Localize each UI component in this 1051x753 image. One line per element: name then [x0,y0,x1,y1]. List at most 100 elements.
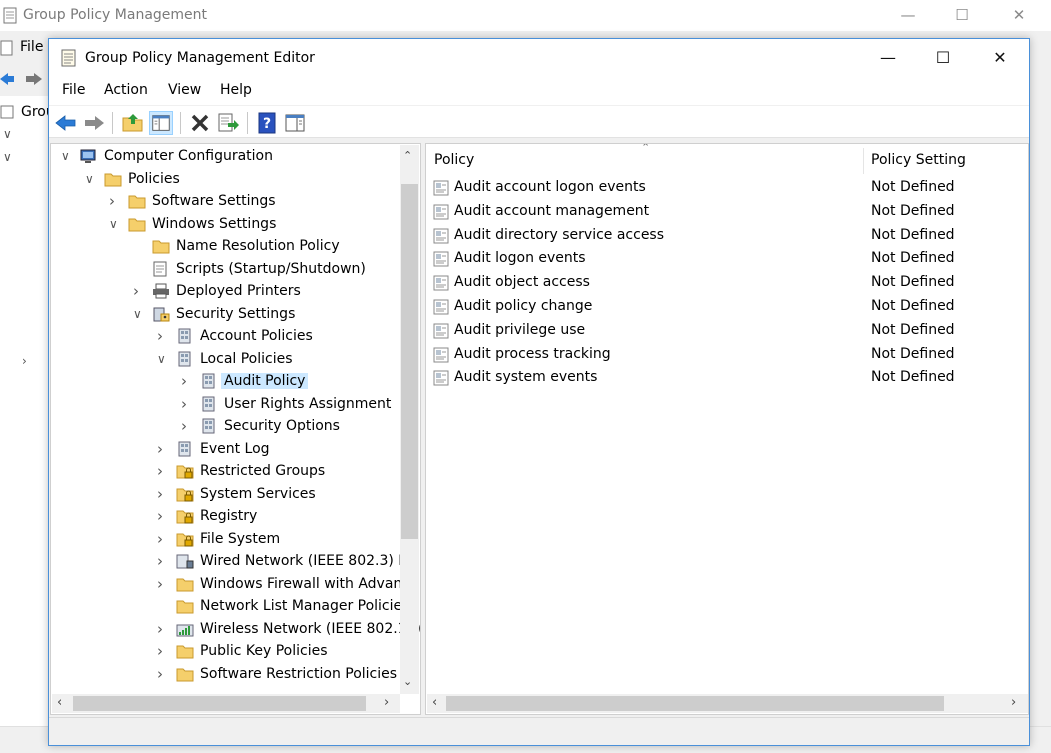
policy-setting: Not Defined [871,274,955,291]
expanded-chevron-icon[interactable]: ∨ [109,217,121,231]
column-header-policy-setting[interactable]: Policy Setting [871,152,966,168]
back-arrow-icon[interactable] [54,111,78,135]
minimize-button[interactable]: — [865,39,911,77]
audit-policy-icon [433,204,449,220]
policy-row[interactable]: Audit account management Not Defined [426,200,1026,224]
collapsed-chevron-icon[interactable]: › [109,194,121,209]
background-maximize-button[interactable]: ☐ [950,4,974,26]
policy-row[interactable]: Audit object access Not Defined [426,271,1026,295]
policy-setting: Not Defined [871,345,955,362]
background-nav-arrows-icon[interactable] [0,70,44,88]
background-menu-icon [0,40,13,56]
collapsed-chevron-icon[interactable]: › [157,329,169,344]
policy-row[interactable]: Audit process tracking Not Defined [426,343,1026,367]
collapsed-chevron-icon[interactable]: › [157,531,169,546]
tree-node-label: Windows Firewall with Advan [200,575,403,592]
background-expander-icon[interactable]: › [22,354,27,368]
expanded-chevron-icon[interactable]: ∨ [61,149,73,163]
expanded-chevron-icon[interactable]: ∨ [133,307,145,321]
help-icon[interactable]: ? [255,111,279,135]
policy-icon [202,373,215,389]
policy-name: Audit account management [454,202,650,219]
background-minimize-button[interactable]: — [896,4,920,26]
show-hide-tree-icon[interactable] [149,111,173,135]
policy-row[interactable]: Audit system events Not Defined [426,366,1026,390]
close-button[interactable]: ✕ [977,39,1023,77]
policy-name: Audit directory service access [454,226,665,243]
menu-action[interactable]: Action [104,82,148,98]
policy-icon [202,418,215,434]
background-expander-icon[interactable]: ∨ [3,127,12,141]
show-hide-action-pane-icon[interactable] [283,111,307,135]
policy-row[interactable]: Audit directory service access Not Define… [426,224,1026,248]
folder-icon [104,173,122,186]
menu-view[interactable]: View [168,82,201,98]
gpme-window: Group Policy Management Editor — ☐ ✕ Fil… [48,38,1030,746]
folder-icon [176,600,194,614]
collapsed-chevron-icon[interactable]: › [157,666,169,681]
console-tree[interactable]: ∨ Computer Configuration ∨ Policies › Softwar… [50,143,421,715]
expanded-chevron-icon[interactable]: ∨ [157,352,169,366]
collapsed-chevron-icon[interactable]: › [157,621,169,636]
tree-node-label: Name Resolution Policy [176,238,340,254]
collapsed-chevron-icon[interactable]: › [157,554,169,569]
collapsed-chevron-icon[interactable]: › [181,396,193,411]
scroll-down-icon[interactable]: ⌄ [403,675,412,688]
scroll-right-icon[interactable]: › [1011,695,1016,710]
background-tree-root-icon [0,105,14,119]
collapsed-chevron-icon[interactable]: › [157,644,169,659]
policy-name: Audit object access [454,274,590,291]
gpm-app-icon [3,7,17,24]
scroll-left-icon[interactable]: ‹ [432,695,437,710]
policy-row[interactable]: Audit account logon events Not Defined [426,176,1026,200]
scroll-up-icon[interactable]: ⌃ [403,149,412,162]
collapsed-chevron-icon[interactable]: › [157,441,169,456]
tree-node-label: Scripts (Startup/Shutdown) [176,260,366,277]
export-list-icon[interactable] [216,111,240,135]
policy-row[interactable]: Audit privilege use Not Defined [426,319,1026,343]
policy-row[interactable]: Audit logon events Not Defined [426,247,1026,271]
collapsed-chevron-icon[interactable]: › [157,576,169,591]
details-horizontal-scroll-thumb[interactable] [446,696,944,711]
tree-node-label: Registry [200,508,258,524]
folder-icon [128,195,146,209]
folder-icon [176,668,194,681]
scroll-left-icon[interactable]: ‹ [57,695,62,710]
toolbar-separator [247,112,248,134]
up-folder-icon[interactable] [121,111,145,135]
column-header-policy[interactable]: Policy [434,152,474,168]
sort-ascending-icon: ⌃ [641,143,651,154]
details-pane[interactable]: ⌃ Policy Policy Setting Audit account lo… [425,143,1029,715]
collapsed-chevron-icon[interactable]: › [181,374,193,389]
policy-row[interactable]: Audit policy change Not Defined [426,295,1026,319]
statusbar [49,717,1029,745]
folder-icon [176,578,194,591]
expanded-chevron-icon[interactable]: ∨ [85,172,97,186]
tree-node-label: Security Options [224,418,340,434]
policy-name: Audit policy change [454,298,593,314]
collapsed-chevron-icon[interactable]: › [181,419,193,434]
collapsed-chevron-icon[interactable]: › [157,486,169,501]
audit-policy-icon [433,251,449,267]
policy-icon [178,328,191,344]
lock-folder-icon [176,465,194,479]
collapsed-chevron-icon[interactable]: › [157,464,169,479]
delete-icon[interactable] [188,111,212,135]
column-divider[interactable] [863,148,864,174]
collapsed-chevron-icon[interactable]: › [133,284,145,299]
toolbar-separator [112,112,113,134]
scroll-right-icon[interactable]: › [384,695,389,710]
collapsed-chevron-icon[interactable]: › [157,509,169,524]
background-close-button[interactable]: ✕ [1007,4,1031,26]
menu-file[interactable]: File [62,82,85,98]
no-expander [133,239,145,253]
forward-arrow-icon[interactable] [82,111,106,135]
menu-help[interactable]: Help [220,82,252,98]
no-expander [133,262,145,276]
background-expander-icon[interactable]: ∨ [3,150,12,164]
maximize-button[interactable]: ☐ [920,39,966,77]
tree-node-label: Wired Network (IEEE 802.3) Po [200,553,415,569]
tree-vertical-scroll-thumb[interactable] [401,184,418,539]
tree-horizontal-scroll-thumb[interactable] [73,696,366,711]
background-menu-file[interactable]: File [20,39,43,55]
